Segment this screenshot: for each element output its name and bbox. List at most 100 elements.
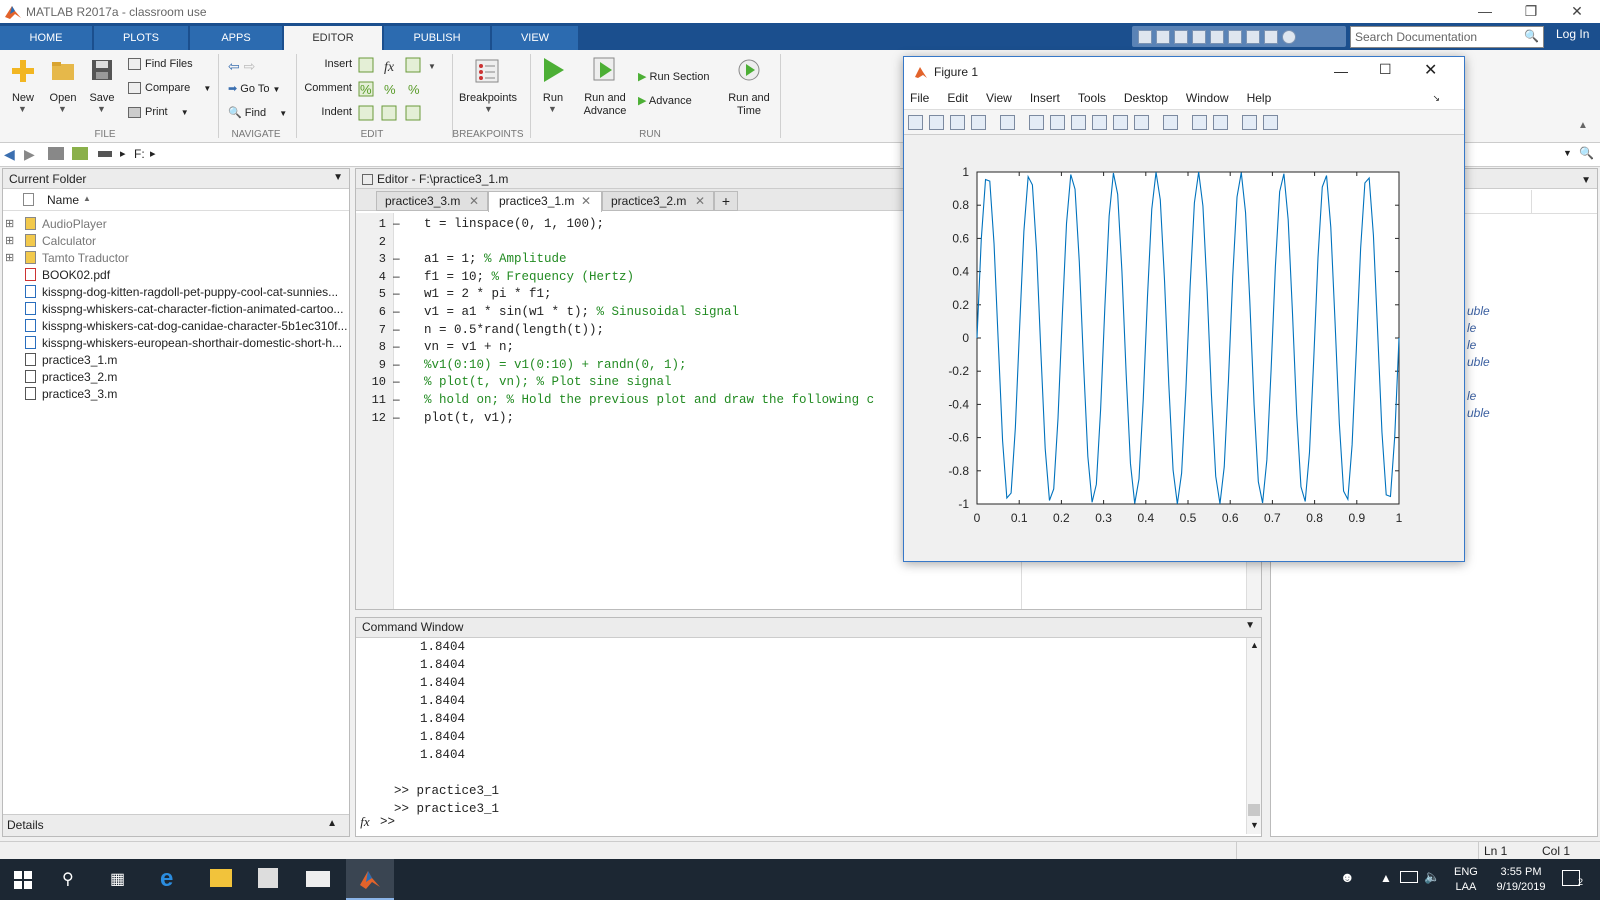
command-scrollbar[interactable]: ▲ ▼ bbox=[1246, 638, 1261, 834]
layout-icon[interactable] bbox=[1138, 29, 1152, 44]
open-file-icon[interactable] bbox=[929, 114, 944, 130]
switch-windows-icon[interactable] bbox=[1264, 29, 1278, 44]
search-taskbar-icon[interactable]: ⚲ bbox=[62, 869, 74, 889]
save-button[interactable]: Save bbox=[86, 92, 118, 104]
search-icon[interactable]: 🔍 bbox=[1524, 29, 1539, 43]
folder-list-item[interactable]: ⊞ AudioPlayer bbox=[5, 215, 107, 232]
folder-list-item[interactable]: kisspng-whiskers-cat-character-fiction-a… bbox=[11, 300, 343, 317]
tab-plots[interactable]: PLOTS bbox=[94, 26, 188, 50]
scroll-thumb[interactable] bbox=[1248, 804, 1260, 816]
folder-list-item[interactable]: practice3_3.m bbox=[11, 385, 117, 402]
folder-list-item[interactable]: practice3_2.m bbox=[11, 368, 117, 385]
code-line[interactable]: %v1(0:10) = v1(0:10) + randn(0, 1); bbox=[424, 358, 687, 372]
code-line[interactable]: % hold on; % Hold the previous plot and … bbox=[424, 393, 874, 407]
details-panel[interactable]: Details ▲ bbox=[3, 814, 349, 836]
matlab-taskbar-button[interactable] bbox=[346, 859, 394, 900]
windows-start-icon[interactable] bbox=[14, 871, 32, 889]
breakpoint-marker[interactable]: – bbox=[393, 357, 400, 371]
undo-icon[interactable] bbox=[1228, 29, 1242, 44]
editor-tab[interactable]: practice3_2.m ✕ bbox=[602, 191, 714, 211]
breakpoints-dropdown-icon[interactable]: ▼ bbox=[484, 104, 493, 114]
login-link[interactable]: Log In bbox=[1556, 27, 1589, 41]
restore-button[interactable]: ❐ bbox=[1508, 0, 1554, 23]
scroll-down-icon[interactable]: ▼ bbox=[1250, 820, 1259, 830]
figure-menu-insert[interactable]: Insert bbox=[1030, 91, 1060, 105]
expand-folder-icon[interactable]: ⊞ bbox=[5, 217, 14, 230]
new-dropdown-icon[interactable]: ▼ bbox=[18, 104, 27, 114]
expand-folder-icon[interactable]: ⊞ bbox=[5, 251, 14, 264]
code-line[interactable]: t = linspace(0, 1, 100); bbox=[424, 217, 604, 231]
new-tab-button[interactable]: + bbox=[714, 191, 738, 211]
breakpoint-marker[interactable]: – bbox=[393, 251, 400, 265]
figure-menu-desktop[interactable]: Desktop bbox=[1124, 91, 1168, 105]
scroll-up-icon[interactable]: ▲ bbox=[1250, 640, 1259, 650]
folder-list-item[interactable]: practice3_1.m bbox=[11, 351, 117, 368]
zoom-in-icon[interactable] bbox=[1029, 114, 1044, 130]
figure-menu-edit[interactable]: Edit bbox=[947, 91, 968, 105]
code-line[interactable]: w1 = 2 * pi * f1; bbox=[424, 287, 552, 301]
show-hidden-icons[interactable]: ▲ bbox=[1380, 871, 1392, 885]
figure-minimize-button[interactable]: — bbox=[1334, 63, 1348, 79]
open-button[interactable]: Open bbox=[46, 92, 80, 104]
code-line[interactable]: plot(t, v1); bbox=[424, 411, 514, 425]
tab-publish[interactable]: PUBLISH bbox=[384, 26, 490, 50]
edit-tools-icons[interactable]: fx%%% ▼ bbox=[358, 56, 446, 126]
breakpoint-marker[interactable]: – bbox=[393, 339, 400, 353]
figure-menu-file[interactable]: File bbox=[910, 91, 929, 105]
back-arrow-icon[interactable]: ⇦ ⇨ bbox=[228, 58, 255, 75]
insert-button[interactable]: Insert bbox=[312, 58, 352, 70]
task-view-icon[interactable]: ▦ bbox=[110, 869, 125, 889]
figure-menu-window[interactable]: Window bbox=[1186, 91, 1229, 105]
breakpoint-marker[interactable]: – bbox=[393, 374, 400, 388]
run-dropdown-icon[interactable]: ▼ bbox=[548, 104, 557, 114]
show-tools-icon[interactable] bbox=[1263, 114, 1278, 130]
redo-icon[interactable] bbox=[1246, 29, 1260, 44]
command-prompt[interactable]: >> bbox=[380, 815, 395, 829]
editor-tab[interactable]: practice3_3.m ✕ bbox=[376, 191, 488, 211]
people-icon[interactable]: ☻ bbox=[1340, 869, 1355, 885]
folder-list-item[interactable]: kisspng-whiskers-cat-dog-canidae-charact… bbox=[11, 317, 347, 334]
volume-icon[interactable]: 🔈 bbox=[1424, 869, 1440, 885]
mail-icon[interactable] bbox=[306, 871, 330, 887]
folder-list-item[interactable]: kisspng-dog-kitten-ragdoll-pet-puppy-coo… bbox=[11, 283, 338, 300]
figure-plot-area[interactable]: 0 0.1 0.2 0.3 0.4 0.5 0.6 0.7 0.8 0.9 1 1 0.8 0.6 0.4 0… bbox=[904, 135, 1464, 559]
address-search-icon[interactable]: 🔍 bbox=[1579, 146, 1594, 160]
file-explorer-icon[interactable] bbox=[210, 869, 232, 887]
current-path[interactable]: F: bbox=[134, 147, 145, 161]
figure-close-button[interactable]: ✕ bbox=[1424, 60, 1437, 80]
pan-icon[interactable] bbox=[1071, 114, 1086, 130]
tab-editor[interactable]: EDITOR bbox=[284, 26, 382, 50]
copy-icon[interactable] bbox=[1192, 29, 1206, 44]
colorbar-icon[interactable] bbox=[1192, 114, 1207, 130]
new-button[interactable]: New bbox=[6, 92, 40, 104]
code-line[interactable]: f1 = 10; % Frequency (Hertz) bbox=[424, 270, 634, 284]
comment-button[interactable]: Comment bbox=[300, 82, 352, 94]
breakpoint-marker[interactable]: – bbox=[393, 286, 400, 300]
expand-folder-icon[interactable]: ⊞ bbox=[5, 234, 14, 247]
tab-home[interactable]: HOME bbox=[0, 26, 92, 50]
minimize-button[interactable]: — bbox=[1462, 0, 1508, 23]
brush-icon[interactable] bbox=[1134, 114, 1149, 130]
hide-tools-icon[interactable] bbox=[1242, 114, 1257, 130]
indent-button[interactable]: Indent bbox=[312, 106, 352, 118]
link-plot-icon[interactable] bbox=[1163, 114, 1178, 130]
print-figure-icon[interactable] bbox=[971, 114, 986, 130]
run-button[interactable]: Run bbox=[536, 92, 570, 104]
save-figure-icon[interactable] bbox=[950, 114, 965, 130]
run-section-button[interactable]: ▶ Run Section bbox=[638, 70, 709, 83]
print-button[interactable]: Print ▼ bbox=[128, 106, 189, 118]
cut-icon[interactable] bbox=[1174, 29, 1188, 44]
figure-menu-tools[interactable]: Tools bbox=[1078, 91, 1106, 105]
up-folder-icon[interactable] bbox=[48, 147, 64, 160]
figure-maximize-button[interactable]: ☐ bbox=[1379, 61, 1392, 78]
folder-column-header[interactable]: Name ▲ bbox=[3, 189, 349, 211]
back-icon[interactable]: ◀ bbox=[4, 146, 15, 163]
command-window-menu-icon[interactable]: ▼ bbox=[1245, 620, 1255, 631]
forward-icon[interactable]: ▶ bbox=[24, 146, 35, 163]
new-figure-icon[interactable] bbox=[908, 114, 923, 130]
goto-button[interactable]: ➡ Go To ▼ bbox=[228, 82, 280, 95]
editor-tab-active[interactable]: practice3_1.m ✕ bbox=[488, 191, 602, 212]
panel-menu-icon[interactable]: ▼ bbox=[333, 172, 343, 183]
figure-dock-icon[interactable]: ↘ bbox=[1432, 93, 1440, 104]
code-line[interactable]: n = 0.5*rand(length(t)); bbox=[424, 323, 604, 337]
